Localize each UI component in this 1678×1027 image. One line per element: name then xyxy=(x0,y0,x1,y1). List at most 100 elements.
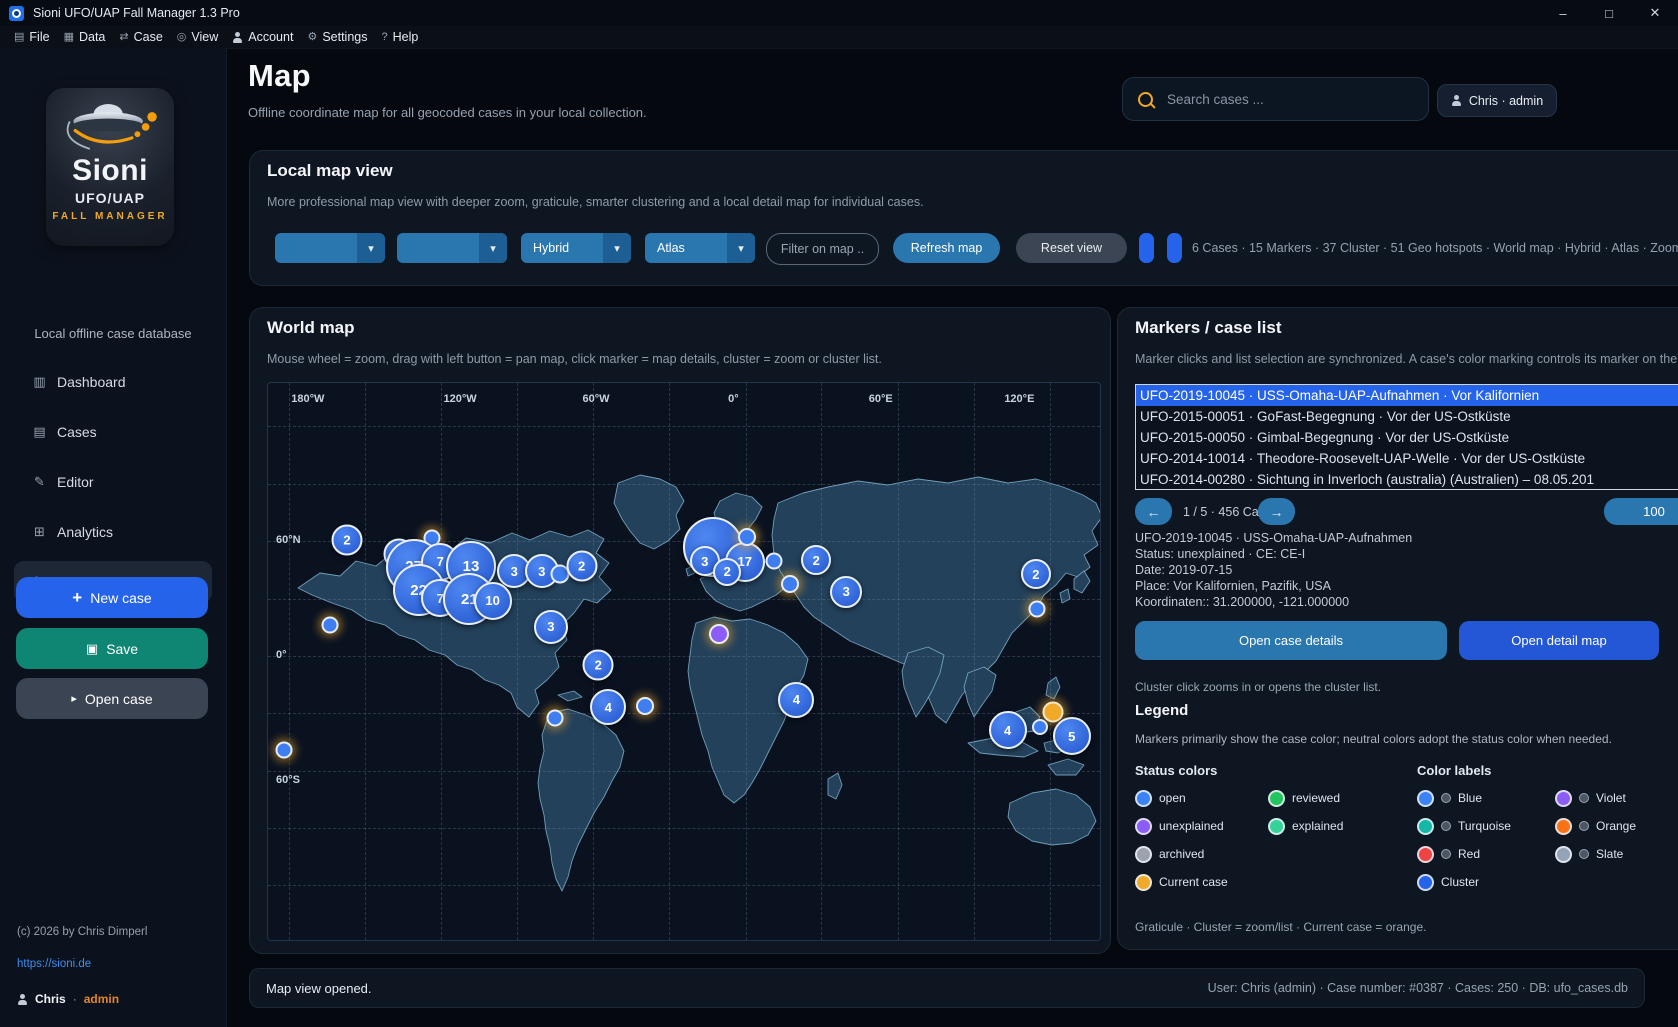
case-listbox[interactable]: UFO-2019-10045 · USS-Omaha-UAP-Aufnahmen… xyxy=(1135,384,1678,490)
longitude-label: 60°W xyxy=(582,393,609,405)
world-map-plot[interactable]: 180°W120°W60°W0°60°E120°E60°N0°60°S 2227… xyxy=(267,382,1101,941)
latitude-label: 60°S xyxy=(276,774,300,786)
analytics-icon: ⊞ xyxy=(32,524,47,540)
map-cluster-marker[interactable]: 4 xyxy=(778,682,814,718)
map-marker[interactable] xyxy=(1032,719,1048,735)
legend-color-dot xyxy=(1555,846,1572,863)
legend-label: Blue xyxy=(1458,791,1482,805)
graticule-line xyxy=(1050,383,1051,940)
legend-color-dot xyxy=(1135,874,1152,891)
close-button[interactable]: ✕ xyxy=(1632,0,1678,26)
case-detail-line: Koordinaten:: 31.200000, -121.000000 xyxy=(1135,594,1412,610)
legend-row: Orange xyxy=(1555,816,1678,836)
map-marker[interactable] xyxy=(547,709,564,726)
world-map-card: World map Mouse wheel = zoom, drag with … xyxy=(249,307,1111,954)
maximize-button[interactable]: □ xyxy=(1586,0,1632,26)
caret-right-icon: ▸ xyxy=(71,692,77,705)
map-marker[interactable] xyxy=(738,528,756,546)
filter-on-map-button[interactable]: Filter on map .. xyxy=(766,233,879,265)
sidebar-item-label: Analytics xyxy=(57,524,113,540)
open-case-button[interactable]: ▸ Open case xyxy=(16,678,208,719)
graticule-line xyxy=(268,599,1100,600)
map-cluster-marker[interactable]: 4 xyxy=(989,711,1027,749)
map-select-4[interactable]: Atlas▾ xyxy=(645,233,755,263)
case-row[interactable]: UFO-2015-00051 · GoFast-Begegnung · Vor … xyxy=(1136,406,1678,427)
page-size-button[interactable]: 100 xyxy=(1604,498,1678,525)
map-cluster-marker[interactable]: 4 xyxy=(590,689,626,725)
menu-item-file[interactable]: ▤File xyxy=(14,30,50,44)
color-labels-heading: Color labels xyxy=(1417,763,1491,778)
sidebar-item-editor[interactable]: ✎Editor xyxy=(14,468,212,496)
legend-label: explained xyxy=(1292,819,1343,833)
save-button[interactable]: ▣ Save xyxy=(16,628,208,669)
user-chip[interactable]: Chris · admin xyxy=(1437,84,1557,117)
legend-label: Red xyxy=(1458,847,1480,861)
menu-item-data[interactable]: ▦Data xyxy=(64,30,106,44)
legend-label: Turquoise xyxy=(1458,819,1511,833)
map-cluster-marker[interactable]: 3 xyxy=(830,576,862,608)
legend-label: open xyxy=(1159,791,1186,805)
sidebar-item-cases[interactable]: ▤Cases xyxy=(14,418,212,446)
graticule-note: Graticule · Cluster = zoom/list · Curren… xyxy=(1135,920,1426,934)
menu-item-account[interactable]: Account xyxy=(232,30,293,44)
legend-row: Blue xyxy=(1417,788,1557,808)
menu-item-help[interactable]: ?Help xyxy=(381,30,418,44)
case-row[interactable]: UFO-2014-10014 · Theodore-Roosevelt-UAP-… xyxy=(1136,448,1678,469)
graticule-line xyxy=(365,383,366,940)
search-input[interactable] xyxy=(1165,91,1428,108)
menu-item-case[interactable]: ⇄Case xyxy=(119,30,162,44)
legend-color-dot xyxy=(1135,846,1152,863)
map-cluster-marker[interactable]: 2 xyxy=(583,649,614,680)
world-map-subtitle: Mouse wheel = zoom, drag with left butto… xyxy=(267,352,882,366)
map-cluster-marker[interactable]: 2 xyxy=(1021,559,1051,589)
map-marker[interactable] xyxy=(1028,601,1045,618)
case-row[interactable]: UFO-2014-00280 · Sichtung in Inverloch (… xyxy=(1136,469,1678,490)
map-cluster-marker[interactable]: 3 xyxy=(534,610,568,644)
graticule-line xyxy=(898,383,899,940)
next-page-button[interactable]: → xyxy=(1258,498,1295,525)
map-cluster-marker[interactable]: 2 xyxy=(713,558,741,586)
map-marker[interactable] xyxy=(275,742,292,759)
map-marker[interactable] xyxy=(636,697,654,715)
app-icon xyxy=(9,6,24,21)
map-marker[interactable] xyxy=(765,553,782,570)
map-marker[interactable] xyxy=(322,616,339,633)
map-cluster-marker[interactable]: 2 xyxy=(801,545,831,575)
sidebar-item-analytics[interactable]: ⊞ Analytics xyxy=(14,518,212,546)
map-marker[interactable] xyxy=(709,624,729,644)
brand-line3: FALL MANAGER xyxy=(52,211,167,222)
case-row[interactable]: UFO-2015-00050 · Gimbal-Begegnung · Vor … xyxy=(1136,427,1678,448)
map-cluster-marker[interactable]: 2 xyxy=(566,551,597,582)
dashboard-icon: ▥ xyxy=(32,374,47,390)
open-detail-map-button[interactable]: Open detail map xyxy=(1459,621,1659,660)
minimize-button[interactable]: – xyxy=(1540,0,1586,26)
prev-page-button[interactable]: ← xyxy=(1135,498,1172,525)
menu-icon: ▦ xyxy=(64,32,74,43)
legend-row: Slate xyxy=(1555,844,1678,864)
menu-item-settings[interactable]: ⚙Settings xyxy=(307,30,367,44)
map-select-2[interactable]: ▾ xyxy=(397,233,507,263)
case-row[interactable]: UFO-2019-10045 · USS-Omaha-UAP-Aufnahmen… xyxy=(1136,385,1678,406)
map-select-1[interactable]: ▾ xyxy=(275,233,385,263)
map-cluster-marker[interactable]: 2 xyxy=(332,525,363,556)
map-cluster-marker[interactable]: 5 xyxy=(1053,717,1091,755)
graticule-line xyxy=(268,771,1100,772)
open-case-details-button[interactable]: Open case details xyxy=(1135,621,1447,660)
legend-row: Red xyxy=(1417,844,1557,864)
new-case-button[interactable]: + New case xyxy=(16,577,208,618)
website-link[interactable]: https://sioni.de xyxy=(17,958,91,970)
brand-line2: UFO/UAP xyxy=(75,190,145,206)
map-cluster-marker[interactable]: 10 xyxy=(474,582,512,620)
menu-item-view[interactable]: ◎View xyxy=(177,30,218,44)
reset-view-button[interactable]: Reset view xyxy=(1016,233,1127,263)
legend-label: Violet xyxy=(1596,791,1626,805)
toolbar-pill-button[interactable] xyxy=(1167,233,1182,263)
refresh-map-button[interactable]: Refresh map xyxy=(893,233,1000,263)
longitude-label: 0° xyxy=(728,393,739,405)
sidebar-item-dashboard[interactable]: ▥Dashboard xyxy=(14,368,212,396)
user-icon xyxy=(17,994,28,1005)
map-marker[interactable] xyxy=(781,575,799,593)
map-select-3[interactable]: Hybrid▾ xyxy=(521,233,631,263)
toolbar-pill-button[interactable] xyxy=(1139,233,1154,263)
graticule-line xyxy=(268,828,1100,829)
